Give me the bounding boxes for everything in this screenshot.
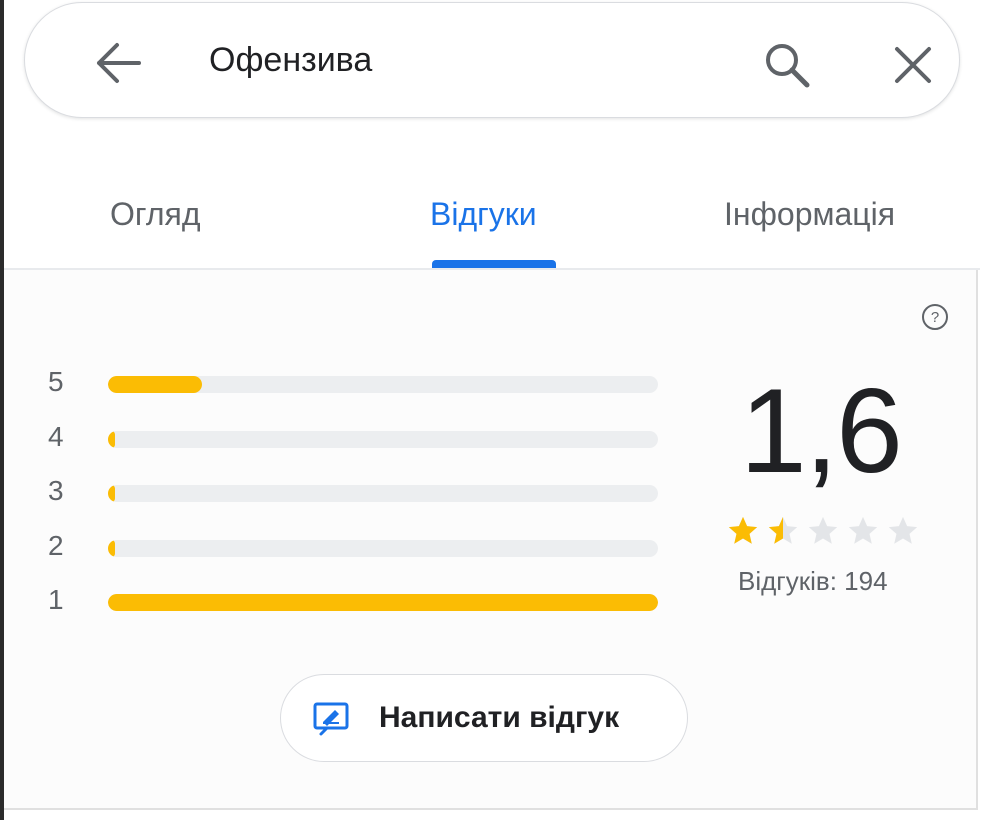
reviews-count: Відгуків: 194: [738, 566, 888, 596]
bottom-divider: [4, 808, 976, 810]
star-icon: [888, 516, 918, 544]
star-icon: [768, 516, 798, 544]
average-rating: 1,6: [740, 364, 903, 498]
edit-review-icon: [313, 702, 349, 736]
back-arrow-icon[interactable]: [91, 39, 143, 87]
search-query[interactable]: Офензива: [209, 41, 372, 80]
close-icon[interactable]: [891, 43, 935, 87]
tab-about[interactable]: Інформація: [724, 196, 895, 233]
write-review-button[interactable]: Написати відгук: [280, 674, 688, 762]
rating-row: 2: [44, 530, 664, 585]
rating-row: 5: [44, 366, 664, 421]
search-icon[interactable]: [761, 39, 813, 91]
star-icon: [848, 516, 878, 544]
write-review-label: Написати відгук: [379, 701, 620, 734]
rating-bar-fill: [108, 376, 202, 393]
rating-bar: [108, 539, 658, 557]
star-rating: [726, 514, 920, 548]
rating-row-label: 4: [48, 420, 64, 452]
tab-overview[interactable]: Огляд: [110, 196, 201, 233]
svg-text:?: ?: [931, 309, 939, 326]
rating-row: 4: [44, 421, 664, 476]
reviews-summary-card: ? 5 4 3 2 1 1,6 Відгуків: 194 Написати в…: [4, 270, 978, 810]
tab-reviews[interactable]: Відгуки: [430, 196, 537, 233]
rating-bar-fill: [108, 539, 115, 557]
rating-bar: [108, 430, 658, 448]
rating-bar: [108, 485, 658, 502]
rating-bar-fill: [108, 430, 115, 448]
rating-distribution: 5 4 3 2 1: [44, 366, 664, 639]
rating-bar: [108, 594, 658, 611]
star-icon: [728, 516, 758, 544]
rating-row: 3: [44, 475, 664, 530]
rating-row-label: 5: [48, 366, 64, 397]
help-icon[interactable]: ?: [920, 302, 950, 332]
active-tab-indicator: [432, 260, 556, 268]
search-bar[interactable]: Офензива: [24, 2, 960, 118]
rating-bar-fill: [108, 594, 658, 611]
rating-row-label: 2: [48, 529, 64, 561]
rating-row-label: 3: [48, 475, 64, 506]
rating-row: 1: [44, 584, 664, 639]
place-tabs: Огляд Відгуки Інформація: [4, 170, 988, 270]
rating-row-label: 1: [48, 584, 64, 615]
rating-bar: [108, 376, 658, 393]
rating-bar-fill: [108, 485, 115, 502]
star-icon: [808, 516, 838, 544]
